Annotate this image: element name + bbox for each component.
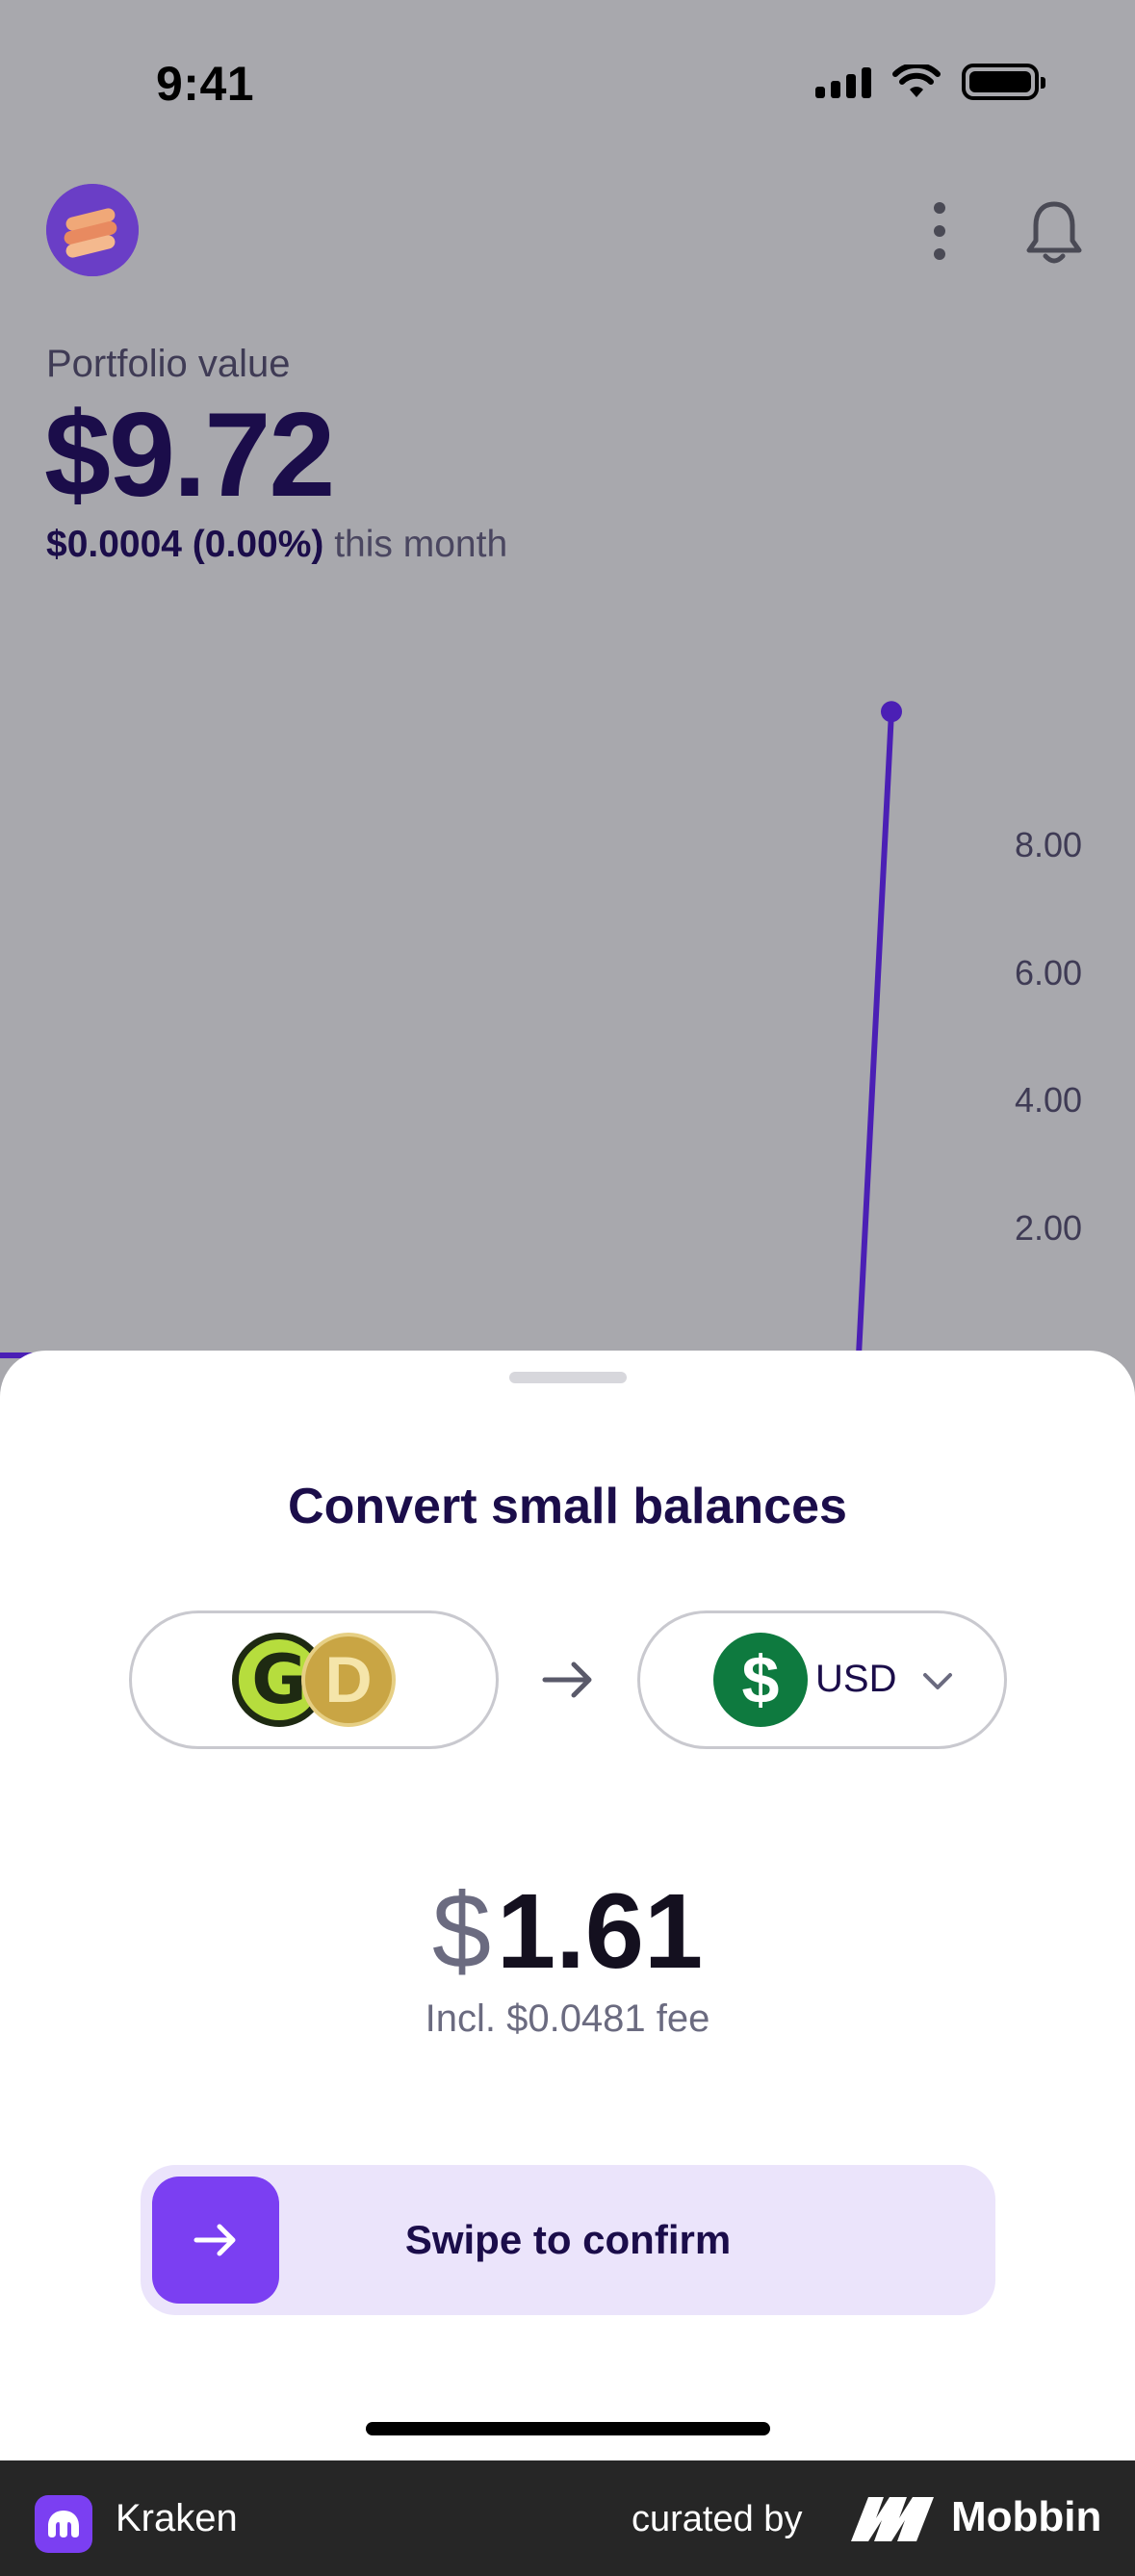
chart-current-point [881, 701, 902, 723]
cellular-signal-icon [815, 65, 871, 98]
home-indicator[interactable] [366, 2422, 770, 2435]
portfolio-change: $0.0004 (0.00%) this month [46, 524, 507, 566]
portfolio-change-period: this month [334, 524, 508, 565]
avatar-image [46, 184, 139, 276]
to-currency-selector[interactable]: $ USD [637, 1610, 1007, 1749]
convert-bottom-sheet: Convert small balances G D $ USD $1.61 I… [0, 1351, 1135, 2460]
from-assets-selector[interactable]: G D [129, 1610, 499, 1749]
portfolio-chart[interactable]: 8.00 6.00 4.00 2.00 [0, 674, 1135, 1367]
status-time: 9:41 [156, 57, 255, 111]
sheet-grabber[interactable] [509, 1372, 627, 1383]
swipe-handle[interactable] [152, 2177, 279, 2304]
wifi-icon [892, 64, 941, 97]
to-currency-label: USD [815, 1658, 897, 1700]
portfolio-label: Portfolio value [46, 343, 291, 385]
dogecoin-icon: D [301, 1633, 396, 1727]
bell-icon[interactable] [1024, 198, 1084, 266]
sheet-title: Convert small balances [288, 1479, 847, 1534]
chart-svg [0, 701, 902, 1358]
chart-series-line [0, 711, 894, 1358]
usd-icon: $ [713, 1633, 808, 1727]
amount-currency-symbol: $ [431, 1872, 492, 1991]
y-tick-label: 6.00 [1015, 953, 1083, 992]
portfolio-change-amount: $0.0004 (0.00%) [46, 524, 324, 565]
amount-value: 1.61 [497, 1872, 704, 1991]
swipe-to-confirm[interactable]: Swipe to confirm [141, 2165, 995, 2315]
app-name: Kraken [116, 2497, 238, 2539]
kraken-logo-icon [35, 2495, 92, 2553]
more-options-icon[interactable] [922, 202, 957, 260]
curated-by-label: curated by [632, 2499, 803, 2539]
y-tick-label: 8.00 [1015, 825, 1083, 864]
screen: 9:41 Portfolio value $9.72 $0.0004 (0.00… [0, 0, 1135, 2460]
footer-bar: Kraken curated by Mobbin [0, 2460, 1135, 2576]
fee-text: Incl. $0.0481 fee [425, 1997, 710, 2040]
avatar[interactable] [46, 184, 139, 276]
convert-amount: $1.61 [0, 1870, 1135, 1993]
mobbin-brand: Mobbin [951, 2493, 1102, 2540]
chevron-down-icon [923, 1673, 952, 1689]
y-tick-label: 4.00 [1015, 1080, 1083, 1120]
mobbin-logo-icon [851, 2497, 934, 2541]
status-icons [815, 64, 1045, 100]
battery-icon [962, 64, 1045, 100]
y-tick-label: 2.00 [1015, 1208, 1083, 1248]
portfolio-value: $9.72 [44, 389, 335, 522]
arrow-right-icon [542, 1662, 592, 1698]
arrow-right-icon [193, 2224, 236, 2256]
